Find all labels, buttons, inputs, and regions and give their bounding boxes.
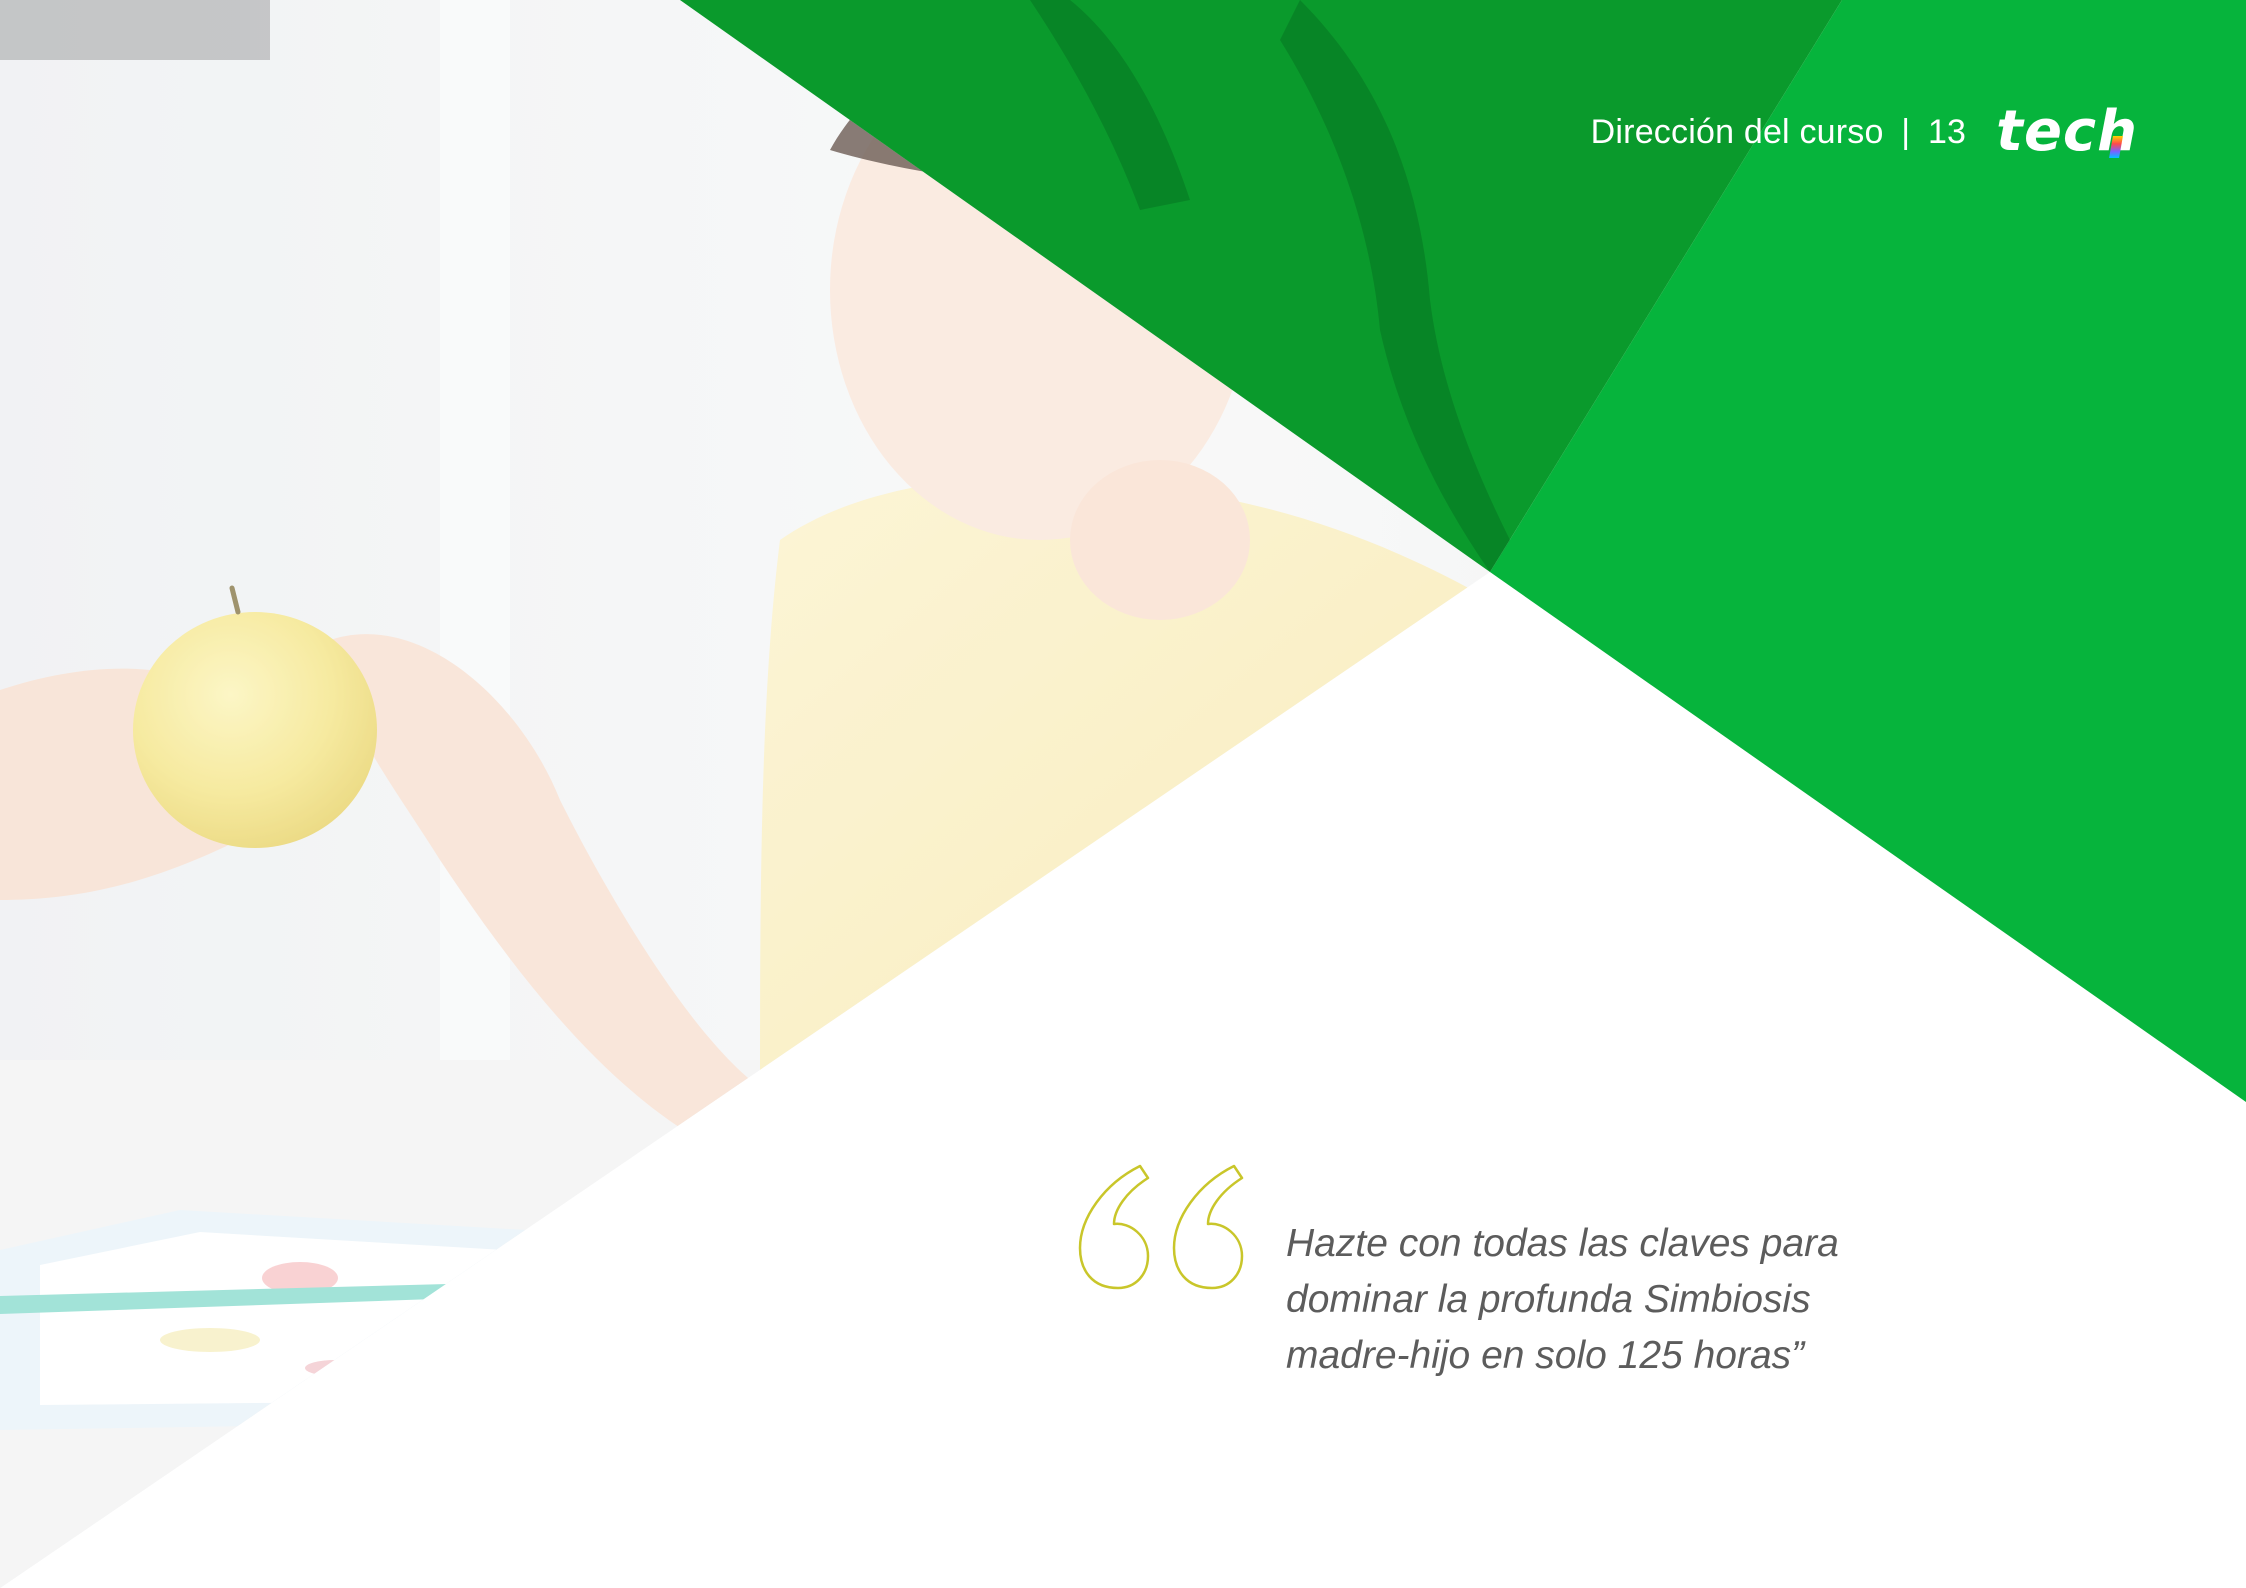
quote-line: dominar la profunda Simbiosis <box>1286 1278 1811 1321</box>
logo-last-letter: h <box>2097 99 2138 164</box>
background-photo <box>0 0 2246 1588</box>
page-header: Dirección del curso | 13 tech <box>1591 104 2138 160</box>
logo-main-letters: tec <box>1996 99 2098 164</box>
quote-line: Hazte con todas las claves para <box>1286 1222 1839 1265</box>
section-title: Dirección del curso <box>1590 112 1884 151</box>
tech-logo: tech <box>1996 104 2138 160</box>
page-number: 13 <box>1927 112 1967 151</box>
header-text: Dirección del curso | 13 <box>1591 113 1967 152</box>
double-opening-quote-outline-icon <box>1078 1164 1244 1290</box>
quote-text: Hazte con todas las claves para dominar … <box>1286 1216 1886 1384</box>
brochure-page: Dirección del curso | 13 tech Hazte con … <box>0 0 2246 1588</box>
header-separator: | <box>1901 112 1911 151</box>
quote-line: madre-hijo en solo 125 horas” <box>1286 1334 1805 1377</box>
